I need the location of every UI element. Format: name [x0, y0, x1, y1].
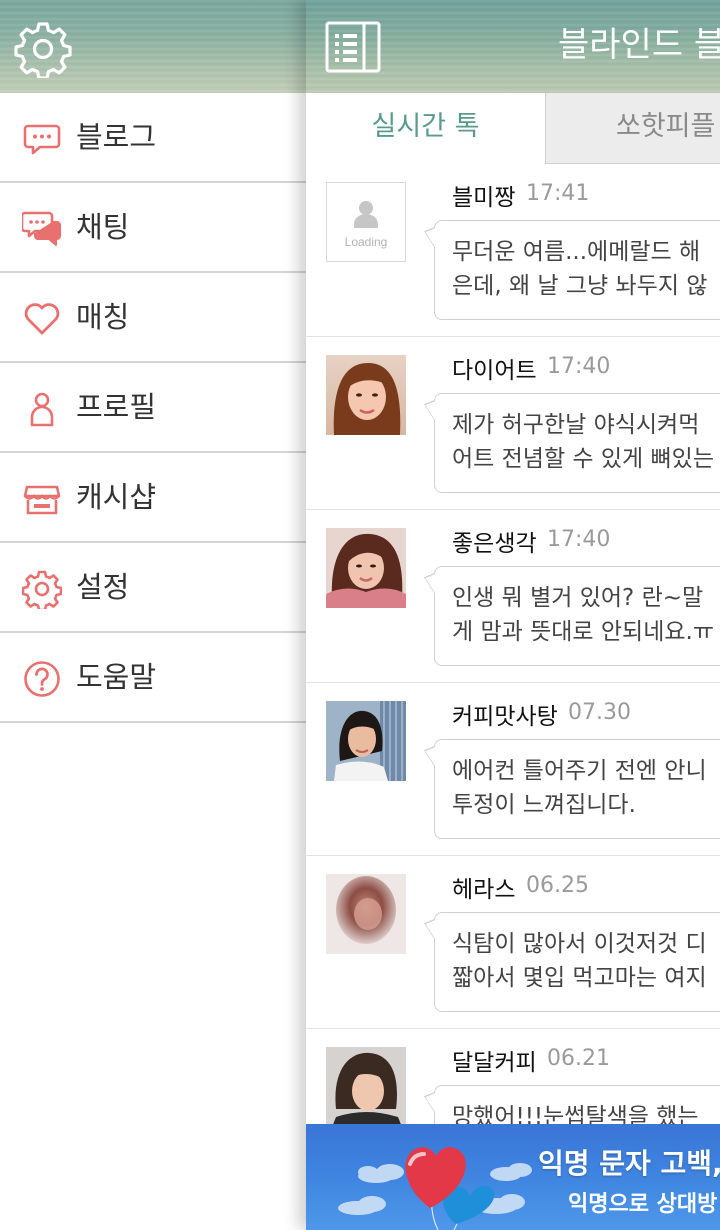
- drawer-header: [0, 0, 306, 93]
- post-time: 17:40: [547, 527, 611, 552]
- avatar-loading-text: Loading: [345, 235, 388, 249]
- menu-item-settings[interactable]: 설정: [0, 543, 306, 633]
- person-icon: [30, 392, 54, 427]
- list-menu-icon[interactable]: [324, 20, 382, 74]
- message-line: 무더운 여름...에메랄드 해: [452, 239, 701, 265]
- post-author: 달달커피: [452, 1050, 537, 1076]
- app-header: 블라인드 블로그: [306, 0, 720, 93]
- avatar[interactable]: [326, 1047, 406, 1127]
- menu-item-cashshop[interactable]: 캐시샵: [0, 453, 306, 543]
- list-item[interactable]: 헤라스 06.25 식탐이 많아서 이것저것 디 짧아서 몇입 먹고마는 여지: [306, 856, 720, 1029]
- post-time: 17:40: [547, 354, 611, 379]
- shop-icon: [23, 485, 61, 515]
- chat-bubbles-icon: [22, 211, 61, 246]
- post-time: 17:41: [526, 181, 590, 206]
- menu-label: 블로그: [76, 120, 157, 154]
- post-time: 06.21: [547, 1046, 610, 1071]
- avatar[interactable]: [326, 355, 406, 435]
- message-line: 게 맘과 뜻대로 안되네요.ㅠ: [452, 619, 715, 645]
- side-drawer: 블로그 채팅 매칭 프로필 캐시샵 설정 도움말: [0, 0, 306, 1230]
- message-line: 어트 전념할 수 있게 뼈있는: [452, 446, 715, 472]
- heart-icon: [24, 303, 60, 335]
- banner-headline: 익명 문자 고백,: [538, 1147, 720, 1180]
- speech-bubble-icon: [23, 124, 61, 155]
- message-line: 식탐이 많아서 이것저것 디: [452, 931, 707, 957]
- menu-label: 캐시샵: [76, 480, 157, 514]
- message-bubble: 에어컨 틀어주기 전엔 안니 투정이 느껴집니다.: [434, 739, 720, 839]
- message-line: 은데, 왜 날 그냥 놔두지 않: [452, 273, 708, 299]
- list-item[interactable]: Loading 블미짱 17:41 무더운 여름...에메랄드 해 은데, 왜 …: [306, 164, 720, 337]
- message-bubble: 식탐이 많아서 이것저것 디 짧아서 몇입 먹고마는 여지: [434, 912, 720, 1012]
- menu-item-profile[interactable]: 프로필: [0, 363, 306, 453]
- post-author: 커피맛사탕: [452, 704, 558, 730]
- page-title: 블라인드 블로그: [558, 25, 720, 65]
- list-item[interactable]: 좋은생각 17:40 인생 뭐 별거 있어? 란~말 게 맘과 뜻대로 안되네요…: [306, 510, 720, 683]
- main-panel: 블라인드 블로그 실시간 톡 쏘핫피플 Loading 블미짱 17:41 무더…: [306, 0, 720, 1230]
- message-bubble: 무더운 여름...에메랄드 해 은데, 왜 날 그냥 놔두지 않: [434, 220, 720, 320]
- post-time: 06.25: [526, 873, 589, 898]
- post-author: 좋은생각: [452, 531, 537, 557]
- ad-banner[interactable]: 익명 문자 고백, 익명으로 상대방: [306, 1124, 720, 1230]
- post-author: 다이어트: [452, 358, 537, 384]
- menu-label: 도움말: [76, 660, 157, 694]
- menu-item-help[interactable]: 도움말: [0, 633, 306, 723]
- message-line: 투정이 느껴집니다.: [452, 792, 636, 818]
- message-line: 인생 뭐 별거 있어? 란~말: [452, 585, 704, 611]
- tab-bar: 실시간 톡 쏘핫피플: [306, 93, 720, 164]
- avatar[interactable]: [326, 701, 406, 781]
- list-item[interactable]: 커피맛사탕 07.30 에어컨 틀어주기 전엔 안니 투정이 느껴집니다.: [306, 683, 720, 856]
- gear-icon[interactable]: [14, 20, 72, 78]
- menu-item-blog[interactable]: 블로그: [0, 93, 306, 183]
- menu-item-matching[interactable]: 매칭: [0, 273, 306, 363]
- post-author: 블미짱: [452, 185, 516, 211]
- tab-live-talk[interactable]: 실시간 톡: [306, 93, 545, 164]
- menu-label: 채팅: [76, 210, 130, 244]
- menu-label: 설정: [76, 570, 130, 604]
- avatar[interactable]: [326, 874, 406, 954]
- menu-item-chat[interactable]: 채팅: [0, 183, 306, 273]
- post-feed: Loading 블미짱 17:41 무더운 여름...에메랄드 해 은데, 왜 …: [306, 164, 720, 1202]
- menu-label: 프로필: [76, 390, 157, 424]
- tab-so-hot-people[interactable]: 쏘핫피플: [545, 93, 720, 164]
- message-line: 짧아서 몇입 먹고마는 여지: [452, 965, 707, 991]
- message-line: 제가 허구한날 야식시켜먹: [452, 412, 700, 438]
- avatar[interactable]: [326, 528, 406, 608]
- avatar[interactable]: Loading: [326, 182, 406, 262]
- post-time: 07.30: [568, 700, 631, 725]
- banner-subline: 익명으로 상대방: [568, 1192, 718, 1217]
- gear-icon: [22, 570, 62, 609]
- menu-label: 매칭: [76, 300, 130, 334]
- post-author: 헤라스: [452, 877, 516, 903]
- drawer-menu: 블로그 채팅 매칭 프로필 캐시샵 설정 도움말: [0, 93, 306, 723]
- list-item[interactable]: 다이어트 17:40 제가 허구한날 야식시켜먹 어트 전념할 수 있게 뼈있는: [306, 337, 720, 510]
- message-bubble: 제가 허구한날 야식시켜먹 어트 전념할 수 있게 뼈있는: [434, 393, 720, 493]
- message-bubble: 인생 뭐 별거 있어? 란~말 게 맘과 뜻대로 안되네요.ㅠ: [434, 566, 720, 666]
- question-icon: [24, 661, 60, 697]
- message-line: 에어컨 틀어주기 전엔 안니: [452, 758, 707, 784]
